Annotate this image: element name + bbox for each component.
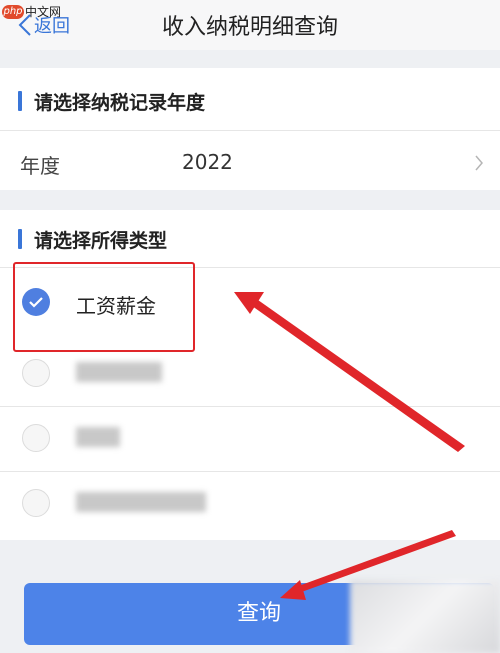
annotation-arrows (234, 292, 465, 600)
annotation-arrow-upper (234, 292, 465, 452)
annotation-arrow-lower (280, 530, 456, 600)
